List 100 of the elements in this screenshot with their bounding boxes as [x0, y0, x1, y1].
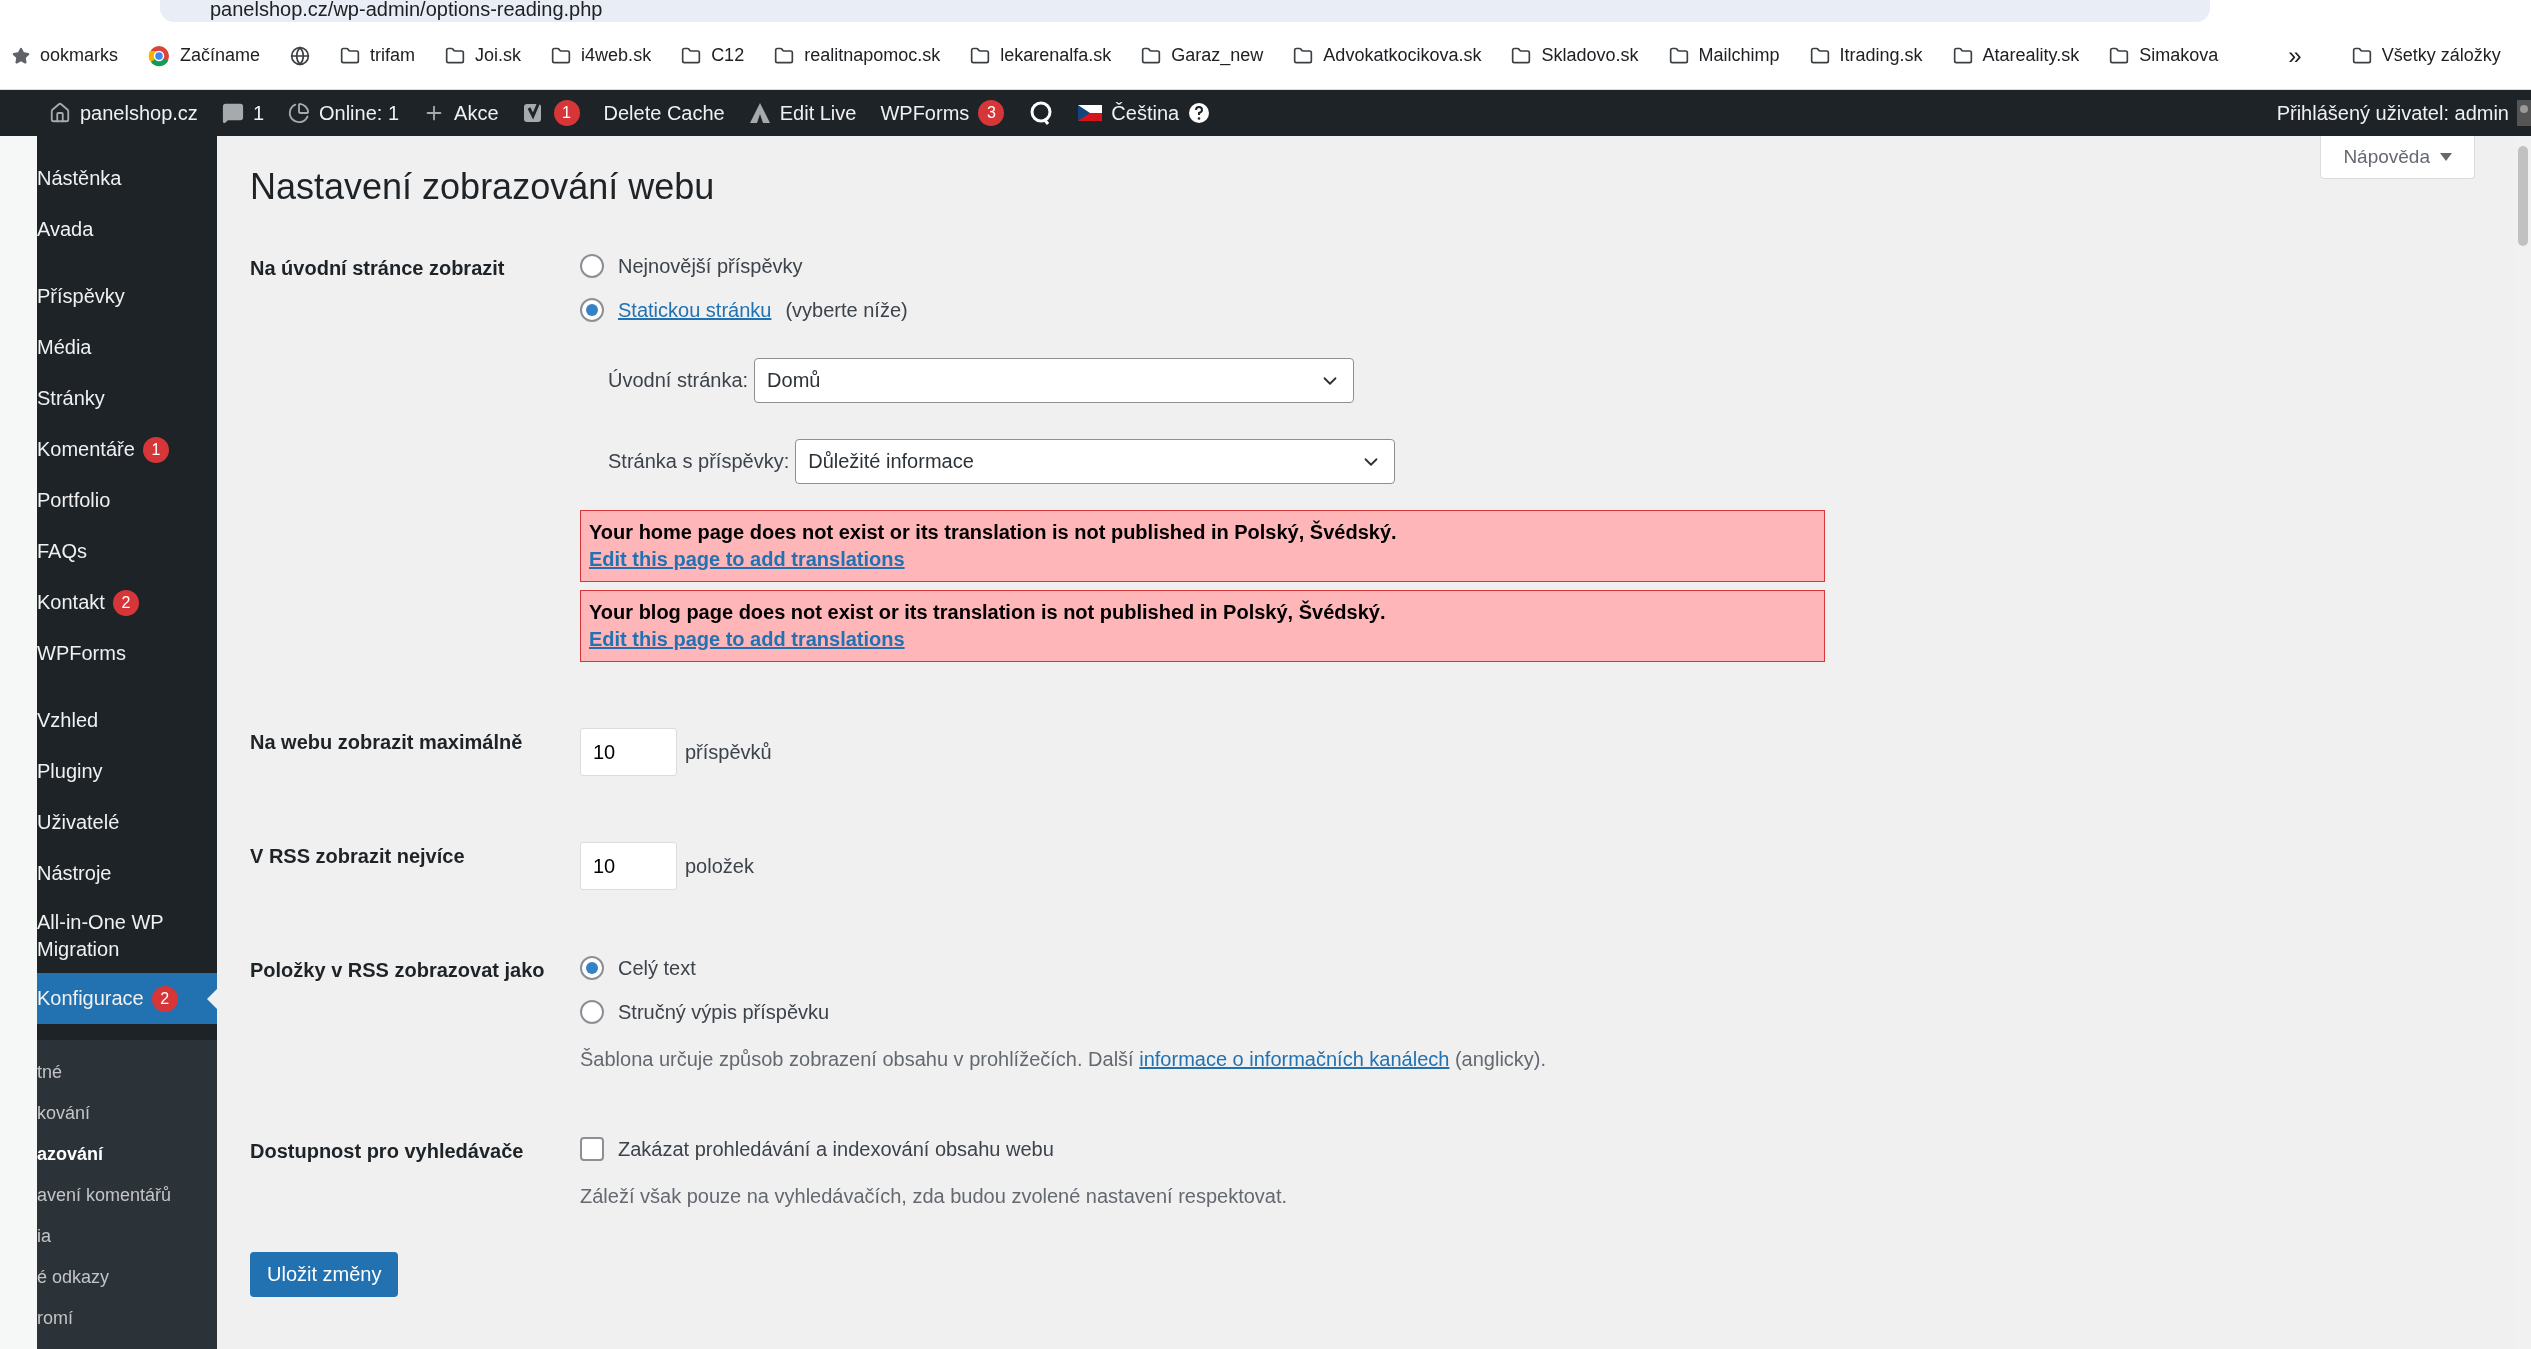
bookmark[interactable]: Advokatkocikova.sk: [1285, 41, 1490, 70]
info-link[interactable]: informace o informačních kanálech: [1139, 1048, 1450, 1070]
sidebar-item[interactable]: Pluginy: [37, 746, 217, 797]
number-field[interactable]: 10: [580, 842, 677, 890]
bookmark[interactable]: i4web.sk: [543, 41, 660, 70]
submenu-item[interactable]: kování: [37, 1093, 217, 1134]
field-label: Na webu zobrazit maximálně: [250, 730, 524, 755]
admin-bar-item[interactable]: Akce: [411, 90, 511, 136]
bookmark[interactable]: C12: [673, 41, 753, 70]
sidebar-item[interactable]: Komentáře 1: [37, 424, 217, 475]
bookmark[interactable]: Atareality.sk: [1944, 41, 2088, 70]
radio-button[interactable]: [580, 956, 604, 980]
page-select[interactable]: Důležité informace: [795, 439, 1396, 484]
folder-icon: [1809, 45, 1830, 66]
submenu-item[interactable]: ia: [37, 1216, 217, 1257]
bookmark[interactable]: Simakova: [2101, 41, 2227, 70]
folder-icon: [1668, 45, 1689, 66]
scrollbar-thumb[interactable]: [2518, 146, 2528, 246]
admin-bar-item[interactable]: Edit Live: [736, 90, 869, 136]
address-bar[interactable]: panelshop.cz/wp-admin/options-reading.php: [160, 0, 2210, 22]
folder-icon: [1141, 45, 1162, 66]
unit-label: příspěvků: [685, 740, 772, 764]
sidebar-item[interactable]: Média: [37, 322, 217, 373]
sidebar-item[interactable]: Konfigurace 2: [37, 973, 217, 1024]
home-icon: [49, 102, 71, 124]
submenu-item[interactable]: azování: [37, 1134, 217, 1175]
sidebar-item[interactable]: All-in-One WP Migration: [37, 899, 217, 973]
folder-icon: [1952, 45, 1973, 66]
radio-button[interactable]: [580, 298, 604, 322]
description: Záleží však pouze na vyhledávačích, zda budou zvolené nastavení respektovat.: [580, 1185, 1289, 1208]
bookmarks-label[interactable]: ookmarks: [4, 41, 127, 70]
bookmark[interactable]: realitnapomoc.sk: [766, 41, 949, 70]
bookmark[interactable]: Itrading.sk: [1801, 41, 1931, 70]
sidebar-item[interactable]: Vzhled: [37, 695, 217, 746]
submenu-item[interactable]: romí: [37, 1298, 217, 1339]
bookmark[interactable]: Skladovo.sk: [1503, 41, 1647, 70]
option-link[interactable]: Statickou stránku: [618, 298, 772, 322]
sidebar-item[interactable]: Stránky: [37, 373, 217, 424]
sidebar-item[interactable]: Příspěvky: [37, 271, 217, 322]
option-label: (vyberte níže): [785, 298, 908, 322]
option-label: Stručný výpis příspěvku: [618, 1000, 830, 1024]
globe-icon: [290, 45, 311, 66]
folder-icon: [445, 45, 466, 66]
count-badge: 2: [151, 985, 178, 1012]
sidebar-item[interactable]: Kontakt 2: [37, 577, 217, 628]
star-icon: [12, 46, 30, 65]
help-icon: [1188, 102, 1211, 124]
folder-icon: [2109, 45, 2130, 66]
folder-icon: [2351, 45, 2372, 66]
field-label: Na úvodní stránce zobrazit: [250, 256, 506, 281]
description: Šablona určuje způsob zobrazení obsahu v prohlížečích. Další informace o informačních kanálech (anglicky).: [580, 1048, 1548, 1071]
bookmark[interactable]: Joi.sk: [437, 41, 530, 70]
page-select[interactable]: Domů: [754, 358, 1355, 403]
save-button[interactable]: Uložit změny: [250, 1252, 399, 1297]
select-label: Stránka s příspěvky:: [608, 450, 790, 473]
bookmark[interactable]: Začíname: [140, 40, 269, 71]
folder-icon: [774, 45, 795, 66]
select-label: Úvodní stránka:: [608, 369, 749, 392]
radio-button[interactable]: [580, 1000, 604, 1024]
checkbox[interactable]: [580, 1137, 604, 1161]
sidebar-item[interactable]: WPForms: [37, 628, 217, 679]
sidebar-item[interactable]: Nástroje: [37, 848, 217, 899]
submenu-item[interactable]: é odkazy: [37, 1257, 217, 1298]
comment-icon: [221, 102, 244, 124]
count-badge: 1: [142, 436, 169, 463]
option-label: Celý text: [618, 956, 696, 980]
count-badge: 3: [978, 100, 1005, 126]
checkbox-label: Zakázat prohledávání a indexování obsahu webu: [618, 1137, 1054, 1161]
count-badge: 1: [553, 100, 580, 126]
admin-bar-item[interactable]: panelshop.cz: [37, 90, 210, 136]
sidebar-item[interactable]: FAQs: [37, 526, 217, 577]
sidebar-item[interactable]: Portfolio: [37, 475, 217, 526]
bookmark[interactable]: Garaz_new: [1133, 41, 1272, 70]
number-field[interactable]: 10: [580, 728, 677, 776]
count-badge: 2: [112, 589, 139, 616]
unit-label: položek: [685, 854, 754, 878]
bookmark[interactable]: Mailchimp: [1660, 41, 1788, 70]
more-bookmarks[interactable]: »: [2280, 37, 2310, 74]
admin-bar-item[interactable]: WPForms 3: [868, 90, 1017, 136]
user-greeting[interactable]: Přihlášený uživatel: admin: [2276, 101, 2517, 125]
bookmark[interactable]: trifam: [332, 41, 424, 70]
sidebar-item[interactable]: Uživatelé: [37, 797, 217, 848]
page-title: Nastavení zobrazování webu: [250, 166, 716, 208]
submenu-item[interactable]: avení komentářů: [37, 1175, 217, 1216]
bookmark[interactable]: lekarenalfa.sk: [962, 41, 1120, 70]
admin-bar-item[interactable]: 1: [209, 90, 276, 136]
sidebar-item[interactable]: Nástěnka: [37, 153, 217, 204]
notice-text: Your home page does not exist or its translation is not published in Polský, Švédský.: [589, 521, 1398, 544]
admin-bar-item[interactable]: Delete Cache: [591, 90, 737, 136]
admin-bar-item[interactable]: Online: 1: [276, 90, 412, 136]
admin-bar-item[interactable]: Čeština: [1066, 90, 1223, 136]
pie-chart-icon: [288, 102, 310, 124]
admin-bar-icon[interactable]: 1: [510, 90, 592, 136]
radio-button[interactable]: [580, 254, 604, 278]
submenu-item[interactable]: tné: [37, 1052, 217, 1093]
all-bookmarks[interactable]: Všetky záložky: [2343, 41, 2509, 70]
field-label: V RSS zobrazit nejvíce: [250, 844, 466, 869]
field-label: Položky v RSS zobrazovat jako: [250, 958, 546, 983]
help-tab[interactable]: Nápověda: [2320, 136, 2475, 179]
sidebar-item[interactable]: Avada: [37, 204, 217, 255]
